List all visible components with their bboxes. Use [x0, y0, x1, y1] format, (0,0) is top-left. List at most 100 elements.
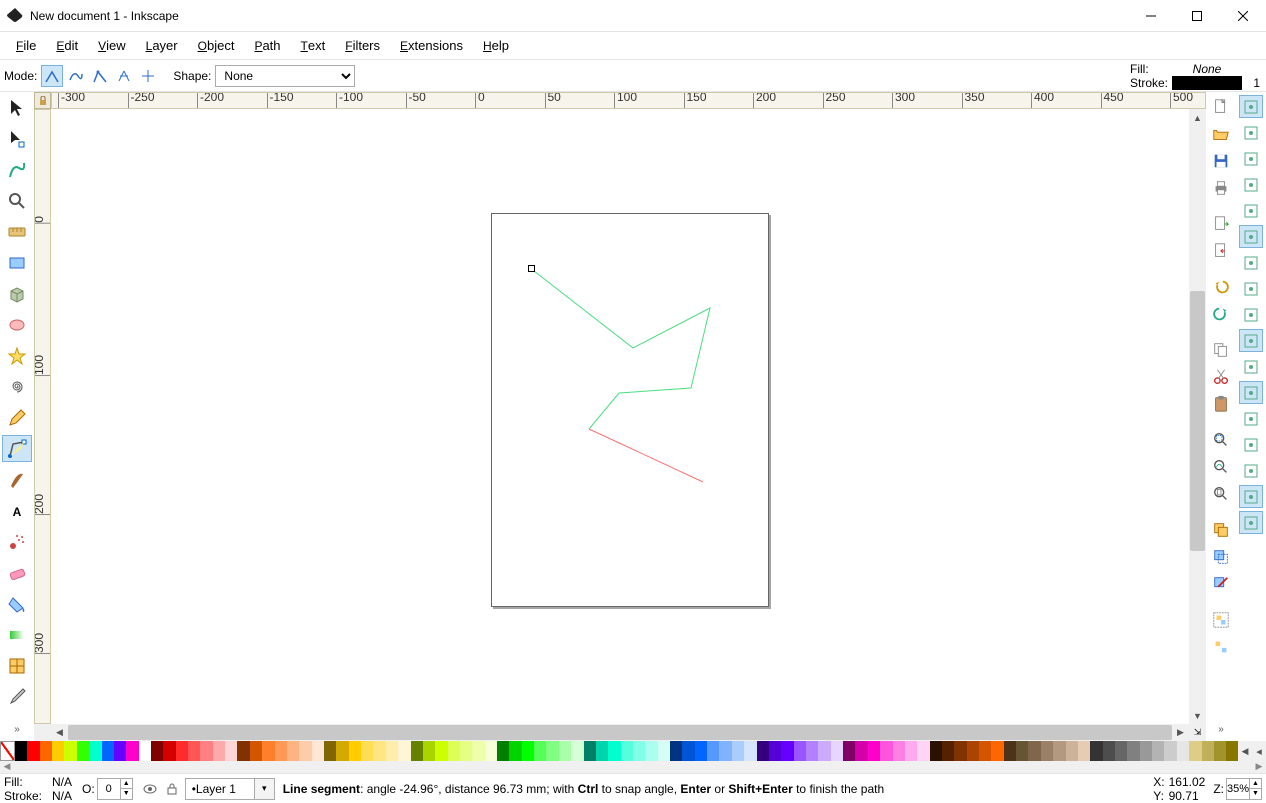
palette-swatch[interactable]	[114, 741, 126, 761]
paste-button[interactable]	[1209, 392, 1233, 416]
palette-menu-icon[interactable]: ◂	[1252, 741, 1266, 761]
palette-swatch[interactable]	[1078, 741, 1090, 761]
menu-help[interactable]: Help	[473, 34, 519, 57]
palette-swatch[interactable]	[633, 741, 645, 761]
palette-swatch[interactable]	[1214, 741, 1226, 761]
palette-swatch[interactable]	[324, 741, 336, 761]
maximize-button[interactable]	[1174, 0, 1220, 32]
measure-tool[interactable]	[2, 218, 32, 245]
palette-swatch[interactable]	[868, 741, 880, 761]
menu-path[interactable]: Path	[244, 34, 290, 57]
palette-swatch[interactable]	[287, 741, 299, 761]
mode-paraxial-button[interactable]	[113, 65, 135, 87]
menu-edit[interactable]: Edit	[46, 34, 88, 57]
vscroll-thumb[interactable]	[1190, 291, 1205, 551]
palette-swatch[interactable]	[880, 741, 892, 761]
vertical-ruler[interactable]: 0100200300	[34, 109, 51, 724]
palette-swatch[interactable]	[571, 741, 583, 761]
palette-swatch[interactable]	[262, 741, 274, 761]
palette-swatch[interactable]	[299, 741, 311, 761]
ungroup-button[interactable]	[1209, 635, 1233, 659]
palette-swatch[interactable]	[744, 741, 756, 761]
palette-swatch[interactable]	[645, 741, 657, 761]
palette-swatch[interactable]	[905, 741, 917, 761]
scroll-left-icon[interactable]: ◀	[51, 724, 68, 741]
palette-swatch[interactable]	[893, 741, 905, 761]
snap-line-mid-button[interactable]	[1239, 355, 1263, 378]
palette-swatch[interactable]	[855, 741, 867, 761]
calligraphy-tool[interactable]	[2, 466, 32, 493]
zoom-spinner[interactable]: ▲▼	[1226, 778, 1262, 800]
palette-swatch[interactable]	[707, 741, 719, 761]
opacity-input[interactable]	[98, 779, 120, 799]
palette-swatch[interactable]	[781, 741, 793, 761]
palette-swatch[interactable]	[460, 741, 472, 761]
palette-swatch[interactable]	[411, 741, 423, 761]
status-fill-value[interactable]: N/A	[52, 775, 72, 789]
palette-swatch[interactable]	[40, 741, 52, 761]
snap-object-mid-button[interactable]	[1239, 381, 1263, 404]
no-color-swatch[interactable]	[0, 741, 15, 761]
palette-swatch[interactable]	[312, 741, 324, 761]
bezier-tool[interactable]	[2, 435, 32, 462]
mode-bspline-button[interactable]	[89, 65, 111, 87]
palette-swatch[interactable]	[818, 741, 830, 761]
export-button[interactable]	[1209, 239, 1233, 263]
snap-rotation-button[interactable]	[1239, 407, 1263, 430]
clone-button[interactable]	[1209, 545, 1233, 569]
palette-swatch[interactable]	[1103, 741, 1115, 761]
palette-swatch[interactable]	[64, 741, 76, 761]
fill-value[interactable]: None	[1172, 62, 1242, 76]
current-layer-name[interactable]: • Layer 1	[185, 778, 255, 800]
print-button[interactable]	[1209, 176, 1233, 200]
palette-swatch[interactable]	[77, 741, 89, 761]
palette-swatch[interactable]	[942, 741, 954, 761]
palette-scroll-left-icon[interactable]: ◀	[1238, 741, 1252, 761]
palette-swatch[interactable]	[534, 741, 546, 761]
minimize-button[interactable]	[1128, 0, 1174, 32]
palette-swatch[interactable]	[757, 741, 769, 761]
scroll-corner-icon[interactable]: ⇲	[1189, 724, 1206, 741]
unlink-button[interactable]	[1209, 572, 1233, 596]
ruler-lock-icon[interactable]	[34, 92, 51, 109]
palette-swatch[interactable]	[1152, 741, 1164, 761]
mode-bezier-regular-button[interactable]	[41, 65, 63, 87]
zoom-tool[interactable]	[2, 187, 32, 214]
status-stroke-value[interactable]: N/A	[52, 789, 72, 803]
zspin-up-icon[interactable]: ▲	[1249, 779, 1261, 790]
path-start-node[interactable]	[528, 265, 535, 272]
palette-swatch[interactable]	[349, 741, 361, 761]
palette-swatch[interactable]	[1202, 741, 1214, 761]
palette-swatch[interactable]	[361, 741, 373, 761]
palette-swatch[interactable]	[275, 741, 287, 761]
snap-bbox-corner-button[interactable]	[1239, 173, 1263, 196]
snap-nodes-button[interactable]	[1239, 225, 1263, 248]
palette-swatch[interactable]	[1066, 741, 1078, 761]
palette-swatch[interactable]	[695, 741, 707, 761]
gradient-tool[interactable]	[2, 621, 32, 648]
zoom-page-button[interactable]	[1209, 482, 1233, 506]
palette-swatch[interactable]	[621, 741, 633, 761]
spin-up-icon[interactable]: ▲	[120, 779, 132, 790]
palette-swatch[interactable]	[139, 741, 151, 761]
cut-button[interactable]	[1209, 365, 1233, 389]
spray-tool[interactable]	[2, 528, 32, 555]
dropper-tool[interactable]	[2, 683, 32, 710]
palette-swatch[interactable]	[1016, 741, 1028, 761]
palette-swatch[interactable]	[979, 741, 991, 761]
snap-grid-button[interactable]	[1239, 485, 1263, 508]
palette-swatch[interactable]	[806, 741, 818, 761]
snap-path-button[interactable]	[1239, 251, 1263, 274]
snap-bbox-edge-button[interactable]	[1239, 147, 1263, 170]
palette-swatch[interactable]	[843, 741, 855, 761]
zoom-drawing-button[interactable]	[1209, 455, 1233, 479]
zoom-selection-button[interactable]	[1209, 428, 1233, 452]
palette-swatch[interactable]	[1090, 741, 1102, 761]
mode-spiro-button[interactable]	[65, 65, 87, 87]
scroll-up-icon[interactable]: ▲	[1189, 109, 1206, 126]
palette-swatch[interactable]	[719, 741, 731, 761]
palette-swatch[interactable]	[509, 741, 521, 761]
palette-swatch[interactable]	[200, 741, 212, 761]
palette-swatch[interactable]	[1004, 741, 1016, 761]
palette-swatch[interactable]	[1115, 741, 1127, 761]
